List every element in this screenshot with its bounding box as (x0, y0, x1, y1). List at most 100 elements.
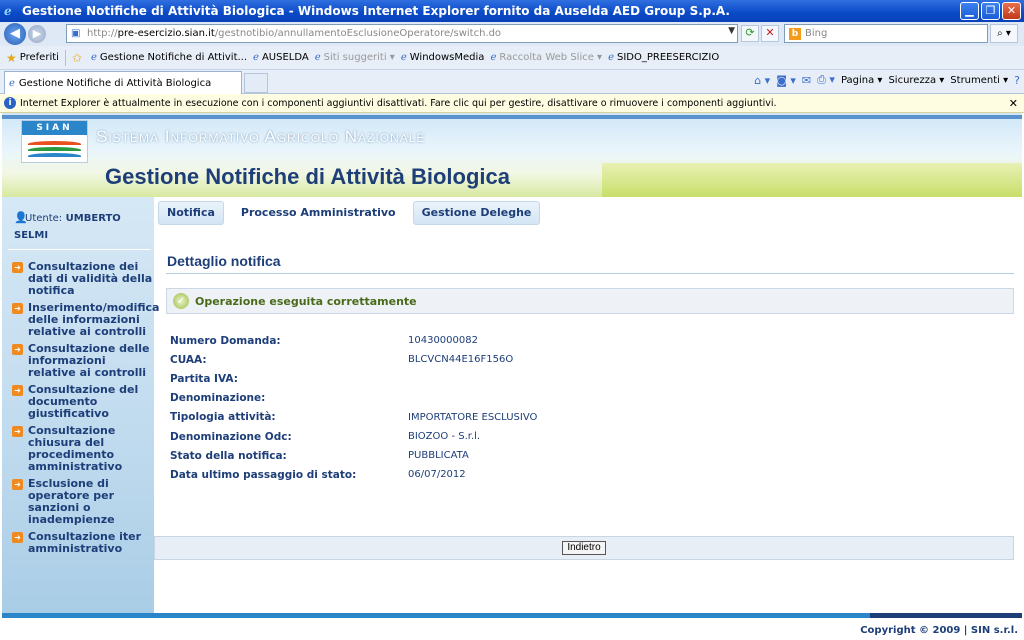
success-message-box: ✓ Operazione eseguita correttamente (166, 288, 1014, 314)
forward-button[interactable]: ▶ (28, 25, 46, 43)
sidebar-item[interactable]: ➜ Consultazione iter amministrativo (12, 531, 154, 555)
url-path: /gestnotibio/annullamentoEsclusioneOpera… (214, 28, 502, 39)
print-icon[interactable]: ⎙ ▾ (817, 73, 835, 87)
detail-label: Denominazione Odc: (170, 430, 292, 443)
favorite-link[interactable]: ℯ Siti suggeriti ▾ (315, 52, 395, 63)
add-favorite-button[interactable]: ✩ (72, 51, 85, 65)
favorites-label: Preferiti (19, 52, 59, 63)
url-prefix: http:// (87, 28, 118, 39)
user-surname: SELMI (14, 230, 49, 241)
restore-icon[interactable]: ❐ (981, 2, 1000, 20)
ie-page-icon: ℯ (91, 52, 97, 63)
security-menu[interactable]: Sicurezza ▾ (888, 75, 944, 86)
chevron-down-icon[interactable]: ▼ (728, 26, 735, 36)
sidebar-item[interactable]: ➜ Esclusione di operatore per sanzioni o … (12, 478, 154, 526)
address-toolbar: ◀ ▶ ▣ http://pre-esercizio.sian.it/gestn… (0, 22, 1024, 46)
minimize-icon[interactable]: ▁ (960, 2, 979, 20)
page-title: Dettaglio notifica (167, 253, 281, 269)
window-title: Gestione Notifiche di Attività Biologica… (22, 4, 730, 18)
logo-text: SIAN (22, 121, 87, 135)
sidebar-item[interactable]: ➜ Consultazione del documento giustificat… (12, 384, 154, 420)
menu-gestione-deleghe[interactable]: Gestione Deleghe (412, 201, 541, 225)
arrow-right-icon: ➜ (12, 426, 23, 437)
tools-menu[interactable]: Strumenti ▾ (950, 75, 1008, 86)
favorite-label: Gestione Notifiche di Attivit... (99, 52, 248, 63)
favorite-link[interactable]: ℯ Raccolta Web Slice ▾ (490, 52, 602, 63)
web-page: SIAN Sistema Informativo Agricolo Nazion… (2, 113, 1022, 640)
detail-row: Denominazione Odc: BIOZOO - S.r.l. (170, 427, 770, 446)
success-message: Operazione eseguita correttamente (195, 294, 417, 308)
copyright: Copyright © 2009 | SIN s.r.l. (860, 625, 1018, 636)
menu-notifica[interactable]: Notifica (158, 201, 224, 225)
mail-icon[interactable]: ✉ (802, 74, 811, 87)
detail-label: Data ultimo passaggio di stato: (170, 468, 357, 481)
favorite-label: AUSELDA (261, 52, 309, 63)
sidebar-item-label: Consultazione chiusura del procedimento … (28, 424, 123, 473)
back-button[interactable]: ◀ (4, 23, 26, 45)
favorite-link[interactable]: ℯ AUSELDA (253, 52, 309, 63)
detail-row: Partita IVA: (170, 369, 770, 388)
feeds-icon[interactable]: ◙ ▾ (776, 74, 796, 87)
detail-label: Numero Domanda: (170, 334, 281, 347)
ie-logo-icon: ℯ (4, 4, 12, 18)
sidebar-item[interactable]: ➜ Consultazione delle informazioni relati… (12, 343, 154, 379)
sidebar-item-label: Consultazione iter amministrativo (28, 530, 142, 555)
window-titlebar: ℯ Gestione Notifiche di Attività Biologi… (0, 0, 1024, 22)
info-bar[interactable]: i Internet Explorer è attualmente in ese… (0, 94, 1024, 113)
home-icon[interactable]: ⌂ ▾ (754, 74, 770, 87)
close-icon[interactable]: ✕ (1009, 97, 1018, 110)
search-placeholder: Bing (805, 28, 828, 39)
sidebar-item-label: Consultazione del documento giustificati… (28, 383, 139, 420)
detail-value: 06/07/2012 (408, 469, 466, 481)
window-controls: ▁ ❐ ✕ (960, 2, 1021, 20)
menu-processo-amministrativo[interactable]: Processo Amministrativo (232, 201, 405, 225)
favorites-bar: ★ Preferiti ✩ ℯ Gestione Notifiche di Att… (0, 46, 1024, 70)
favorite-link[interactable]: ℯ SIDO_PREESERCIZIO (608, 52, 719, 63)
favorites-button[interactable]: ★ Preferiti (6, 51, 59, 65)
sidebar-item-label: Inserimento/modifica delle informazioni … (28, 301, 160, 338)
divider (64, 49, 66, 66)
detail-label: Stato della notifica: (170, 449, 287, 462)
detail-label: Denominazione: (170, 392, 266, 405)
search-input[interactable]: b Bing (784, 24, 988, 43)
tab-title: Gestione Notifiche di Attività Biologica (18, 77, 212, 89)
header-field-image (602, 163, 1022, 197)
sidebar-item[interactable]: ➜ Inserimento/modifica delle informazioni… (12, 302, 159, 338)
sidebar-item[interactable]: ➜ Consultazione chiusura del procedimento… (12, 425, 154, 473)
new-tab-button[interactable] (244, 73, 268, 93)
ie-page-icon: ℯ (400, 52, 407, 63)
detail-label: Tipologia attività: (170, 411, 276, 424)
search-button[interactable]: ⌕ ▾ (990, 24, 1018, 43)
button-bar: Indietro (154, 536, 1014, 560)
arrow-right-icon: ➜ (12, 262, 23, 273)
detail-row: Denominazione: (170, 389, 770, 408)
header-topline (2, 115, 1022, 119)
page-menu[interactable]: Pagina ▾ (841, 75, 883, 86)
help-icon[interactable]: ? (1014, 74, 1020, 87)
arrow-right-icon: ➜ (12, 344, 23, 355)
arrow-right-icon: ➜ (12, 479, 23, 490)
refresh-icon[interactable]: ⟳ (741, 25, 759, 42)
detail-value: 10430000082 (408, 335, 478, 347)
close-icon[interactable]: ✕ (1002, 2, 1021, 20)
user-name: UMBERTO (65, 213, 121, 224)
detail-row: Stato della notifica: PUBBLICATA (170, 446, 770, 465)
favorite-link[interactable]: ℯ WindowsMedia (401, 52, 485, 63)
address-field[interactable]: ▣ http://pre-esercizio.sian.it/gestnotib… (66, 24, 738, 43)
stop-icon[interactable]: ✕ (761, 25, 779, 42)
page-icon: ▣ (71, 27, 81, 39)
favorite-link[interactable]: ℯ Gestione Notifiche di Attivit... (91, 52, 247, 63)
sidebar-item[interactable]: ➜ Consultazione dei dati di validità dell… (12, 261, 154, 297)
detail-value: BIOZOO - S.r.l. (408, 431, 481, 443)
user-label: Utente: (25, 213, 63, 224)
url-domain: pre-esercizio.sian.it (117, 28, 215, 39)
sian-logo[interactable]: SIAN (21, 120, 88, 163)
logo-stripe (28, 153, 81, 159)
ie-page-icon: ℯ (253, 52, 259, 63)
ie-page-icon: ℯ (490, 52, 497, 63)
tab-active[interactable]: ℯ Gestione Notifiche di Attività Biologi… (4, 71, 242, 94)
back-page-button[interactable]: Indietro (562, 541, 606, 555)
ie-page-icon: ℯ (608, 52, 614, 63)
detail-label: CUAA: (170, 353, 207, 366)
ie-page-icon: ℯ (9, 77, 15, 89)
